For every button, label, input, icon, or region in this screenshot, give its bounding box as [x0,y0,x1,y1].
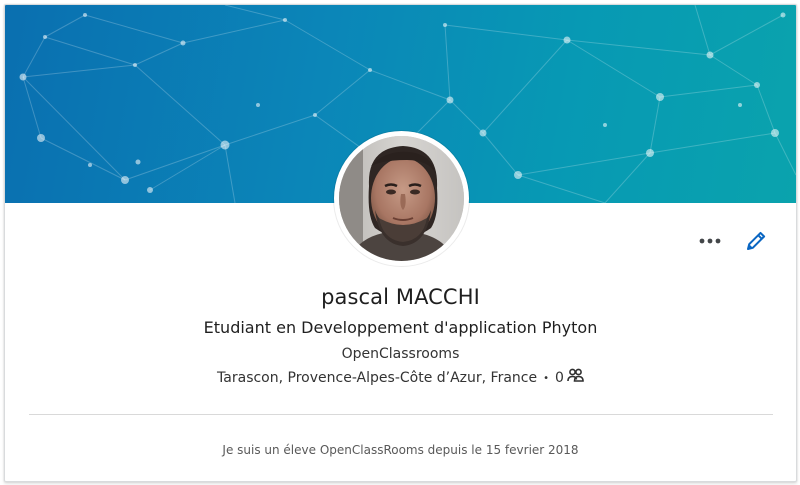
profile-photo-image [339,136,464,261]
profile-location-row: Tarascon, Provence-Alpes-Côte d’Azur, Fr… [5,368,796,387]
profile-summary: Je suis un éleve OpenClassRooms depuis l… [222,443,579,457]
profile-photo-frame[interactable] [334,131,469,266]
profile-photo[interactable] [339,136,464,261]
pencil-icon[interactable] [744,229,768,253]
profile-card: pascal MACCHI Etudiant en Developpement … [4,4,797,482]
profile-name: pascal MACCHI [321,285,480,309]
section-divider [29,414,773,415]
profile-actions [698,229,768,253]
people-icon[interactable] [567,368,584,386]
profile-company[interactable]: OpenClassrooms [5,346,796,362]
profile-location: Tarascon, Provence-Alpes-Côte d’Azur, Fr… [217,370,538,386]
profile-headline: Etudiant en Developpement d'application … [203,318,598,337]
separator-dot: • [543,372,550,384]
connections-count[interactable]: 0 [555,370,564,386]
more-horizontal-icon[interactable] [698,229,722,253]
